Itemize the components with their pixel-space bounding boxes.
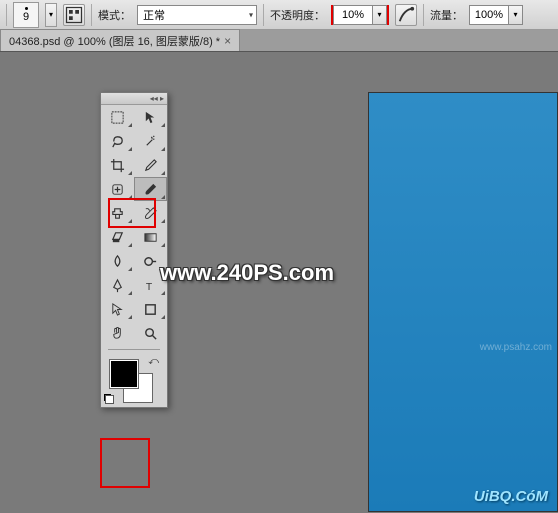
healing-brush-tool[interactable] — [101, 177, 134, 201]
watermark-side: www.psahz.com — [480, 342, 552, 353]
flow-value: 100% — [469, 5, 509, 25]
flow-dropdown[interactable]: ▾ — [509, 5, 523, 25]
panel-collapse-icon[interactable]: ◂◂ ▸ — [101, 93, 167, 105]
opacity-input[interactable]: 10% ▾ — [331, 5, 389, 25]
tools-grid: T ⤺ — [101, 105, 167, 407]
crop-tool[interactable] — [101, 153, 134, 177]
clone-stamp-tool[interactable] — [101, 201, 134, 225]
brush-preset-dropdown[interactable]: ▾ — [45, 3, 57, 27]
mode-label: 模式： — [98, 7, 131, 23]
document-tab-bar: 04368.psd @ 100% (图层 16, 图层蒙版/8) * × — [0, 30, 558, 52]
magic-wand-tool[interactable] — [134, 129, 167, 153]
opacity-value: 10% — [333, 5, 373, 25]
brush-panel-toggle-icon[interactable] — [63, 4, 85, 26]
pressure-opacity-icon[interactable] — [395, 4, 417, 26]
move-tool[interactable] — [134, 105, 167, 129]
lasso-tool[interactable] — [101, 129, 134, 153]
separator — [6, 4, 7, 26]
history-brush-tool[interactable] — [134, 201, 167, 225]
brush-size-value: 9 — [23, 11, 29, 23]
color-swatches: ⤺ — [101, 353, 167, 407]
eyedropper-tool[interactable] — [134, 153, 167, 177]
flow-label: 流量： — [430, 7, 463, 23]
swap-colors-icon[interactable]: ⤺ — [148, 356, 159, 367]
opacity-label: 不透明度： — [270, 7, 325, 23]
path-selection-tool[interactable] — [101, 297, 134, 321]
marquee-tool[interactable] — [101, 105, 134, 129]
foreground-color-swatch[interactable] — [109, 359, 139, 389]
tools-panel: ◂◂ ▸ T ⤺ — [100, 92, 168, 408]
brush-tool[interactable] — [134, 177, 167, 201]
separator — [263, 4, 264, 26]
flow-input[interactable]: 100% ▾ — [469, 5, 523, 25]
blend-mode-select[interactable]: 正常 ▾ — [137, 5, 257, 25]
document-tab[interactable]: 04368.psd @ 100% (图层 16, 图层蒙版/8) * × — [0, 29, 240, 51]
shape-tool[interactable] — [134, 297, 167, 321]
hand-tool[interactable] — [101, 321, 134, 345]
watermark-corner: UiBQ.CóM — [474, 488, 548, 505]
zoom-tool[interactable] — [134, 321, 167, 345]
opacity-dropdown[interactable]: ▾ — [373, 5, 387, 25]
options-bar: 9 ▾ 模式： 正常 ▾ 不透明度： 10% ▾ 流量： 100% ▾ — [0, 0, 558, 30]
separator — [91, 4, 92, 26]
close-tab-icon[interactable]: × — [224, 34, 231, 48]
brush-preset[interactable]: 9 — [13, 2, 39, 28]
eraser-tool[interactable] — [101, 225, 134, 249]
svg-text:T: T — [146, 282, 153, 293]
document-tab-title: 04368.psd @ 100% (图层 16, 图层蒙版/8) * — [9, 33, 220, 49]
separator — [423, 4, 424, 26]
blend-mode-value: 正常 — [143, 7, 165, 23]
document-canvas[interactable] — [368, 92, 558, 512]
gradient-tool[interactable] — [134, 225, 167, 249]
chevron-down-icon: ▾ — [249, 10, 253, 19]
blur-tool[interactable] — [101, 249, 134, 273]
default-colors-icon[interactable] — [104, 394, 114, 404]
watermark-main: www.240PS.com — [160, 260, 334, 286]
tool-separator — [101, 345, 167, 353]
pen-tool[interactable] — [101, 273, 134, 297]
